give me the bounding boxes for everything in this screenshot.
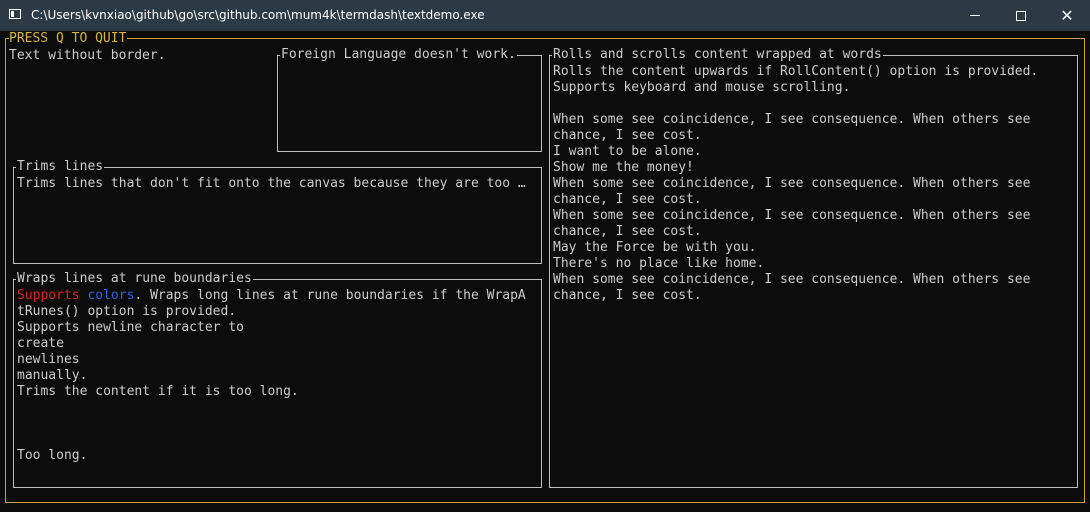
rolls-line: There's no place like home. <box>553 256 765 271</box>
rolls-scrolls-title: Rolls and scrolls content wrapped at wor… <box>552 47 883 63</box>
window-titlebar[interactable]: C:\Users\kvnxiao\github\go\src\github.co… <box>0 0 1090 31</box>
rolls-line: chance, I see cost. <box>553 224 702 239</box>
wraps-line: manually. <box>17 368 88 383</box>
rolls-line: Supports keyboard and mouse scrolling. <box>553 80 851 95</box>
rolls-line: When some see coincidence, I see consequ… <box>553 208 1031 223</box>
wraps-line: tRunes() option is provided. <box>17 304 237 319</box>
plain-text: Text without border. <box>9 48 166 63</box>
minimize-button[interactable] <box>952 0 998 31</box>
minimize-icon <box>970 15 980 16</box>
rolls-line: chance, I see cost. <box>553 192 702 207</box>
trims-lines-title: Trims lines <box>16 159 105 175</box>
rolls-line: chance, I see cost. <box>553 288 702 303</box>
rolls-line: When some see coincidence, I see consequ… <box>553 272 1031 287</box>
rolls-line: chance, I see cost. <box>553 128 702 143</box>
rolls-line: Show me the money! <box>553 160 694 175</box>
close-icon: ✕ <box>1060 5 1074 25</box>
rolls-line: I want to be alone. <box>553 144 702 159</box>
trims-lines-text: Trims lines that don't fit onto the canv… <box>17 176 526 191</box>
maximize-icon <box>1016 10 1026 21</box>
wraps-lines-title: Wraps lines at rune boundaries <box>16 271 253 287</box>
maximize-button[interactable] <box>998 0 1044 31</box>
rolls-line: When some see coincidence, I see consequ… <box>553 176 1031 191</box>
wraps-line: Supports colors. Wraps long lines at run… <box>17 288 526 304</box>
wraps-line: newlines <box>17 352 80 367</box>
rolls-line: When some see coincidence, I see consequ… <box>553 112 1031 127</box>
window-title: C:\Users\kvnxiao\github\go\src\github.co… <box>31 8 485 22</box>
wraps-line: Supports newline character to <box>17 320 244 335</box>
wraps-line-rest: . Wraps long lines at rune boundaries if… <box>134 288 526 303</box>
colored-word-blue: colors <box>87 288 135 303</box>
quit-hint-title: PRESS Q TO QUIT <box>9 31 128 47</box>
close-button[interactable]: ✕ <box>1044 0 1090 31</box>
wraps-line: create <box>17 336 64 351</box>
terminal-app-icon <box>9 9 21 19</box>
foreign-language-box <box>277 55 542 152</box>
wraps-line: Trims the content if it is too long. <box>17 384 299 399</box>
colored-word-red: Supports <box>17 288 80 303</box>
rolls-line: Rolls the content upwards if RollContent… <box>553 64 1039 79</box>
rolls-line: May the Force be with you. <box>553 240 757 255</box>
foreign-language-title: Foreign Language doesn't work. <box>280 47 517 63</box>
wraps-line: Too long. <box>17 448 88 463</box>
